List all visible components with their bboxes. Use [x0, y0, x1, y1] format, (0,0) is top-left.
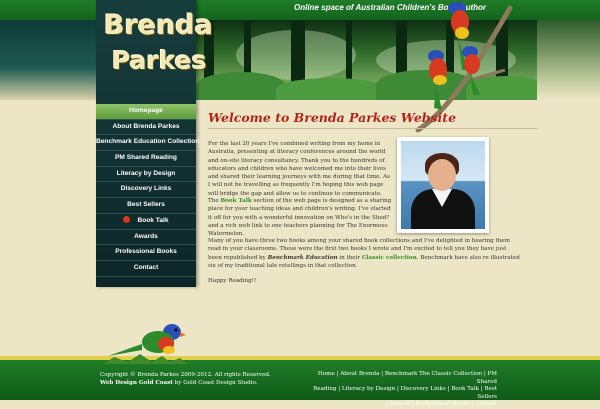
nav-item-label: Professional Books: [115, 248, 177, 256]
nav-item-label: PM Shared Reading: [115, 154, 177, 162]
nav-item-label: Best Sellers: [127, 201, 165, 209]
nav-item-label: Awards: [134, 232, 158, 240]
nav-item-label: Homepage: [129, 107, 163, 114]
nav-item-label: About Brenda Parkes: [112, 122, 180, 130]
site-logo-line2[interactable]: Parkes: [112, 46, 207, 75]
apple-icon: [123, 215, 131, 223]
footer: [0, 360, 600, 400]
intro-paragraph: For the last 20 years I've combined writ…: [208, 141, 390, 197]
nav-item-label: Contact: [133, 263, 159, 271]
site-logo-line1[interactable]: Brenda: [104, 10, 213, 41]
nav-item-awards[interactable]: Awards: [96, 230, 196, 246]
nav-item-benchmark-education-collection[interactable]: Benchmark Education Collection: [96, 135, 200, 152]
nav-item-best-sellers[interactable]: Best Sellers: [96, 198, 196, 214]
footer-links-line[interactable]: Reading | Literacy by Design | Discovery…: [307, 386, 497, 401]
footer-links-line[interactable]: | Awards | Professional Books | Contact: [307, 401, 498, 409]
nav-item-literacy-by-design[interactable]: Literacy by Design: [96, 167, 196, 183]
footer-links: Home | About Brenda | Benchmark The Clas…: [307, 371, 497, 409]
parrot-icon: [462, 46, 480, 95]
nav-item-discovery-links[interactable]: Discovery Links: [96, 182, 196, 199]
header-left-background: [0, 20, 96, 100]
footer-links-line[interactable]: Home | About Brenda | Benchmark The Clas…: [307, 371, 497, 386]
footer-copyright: Copyright © Brenda Parkes 2009-2012. All…: [100, 372, 271, 386]
header-right-background: [537, 20, 600, 100]
parrot-icon: [428, 50, 447, 110]
nav-item-label: Benchmark Education Collection: [96, 138, 200, 146]
parrot-on-grass-icon: [104, 324, 188, 364]
title-divider: [208, 128, 538, 129]
web-design-link[interactable]: Web Design Gold Coast: [100, 380, 173, 386]
benchmark-education-text: Benchmark Education: [267, 254, 338, 261]
nav-item-about-brenda-parkes[interactable]: About Brenda Parkes: [96, 120, 196, 136]
nav-item-contact[interactable]: Contact: [96, 261, 196, 277]
nav-item-label: Discovery Links: [120, 185, 172, 193]
benchmark-paragraph: Many of you have three two books among y…: [208, 238, 520, 269]
nav-item-pm-shared-reading[interactable]: PM Shared Reading: [96, 151, 196, 167]
nav-item-professional-books[interactable]: Professional Books: [96, 245, 196, 261]
closing-text: Happy Reading!!: [208, 278, 257, 284]
nav-item-book-talk[interactable]: Book Talk: [96, 214, 196, 230]
page-title: Welcome to Brenda Parkes Website: [208, 110, 457, 125]
footer-credit: Web Design Gold Coast by Gold Coast Desi…: [100, 380, 258, 386]
nav-item-homepage[interactable]: Homepage: [96, 104, 196, 120]
nav-item-label: Literacy by Design: [116, 169, 176, 177]
book-talk-paragraph: The Book Talk section of the web page is…: [208, 198, 392, 238]
nav-item-label: Book Talk: [137, 216, 169, 224]
author-photo: [397, 137, 489, 233]
classic-collection-link[interactable]: Classic collection: [362, 255, 417, 261]
book-talk-link[interactable]: Book Talk: [220, 198, 251, 204]
sidebar-nav: Homepage About Brenda Parkes Benchmark E…: [96, 104, 200, 277]
